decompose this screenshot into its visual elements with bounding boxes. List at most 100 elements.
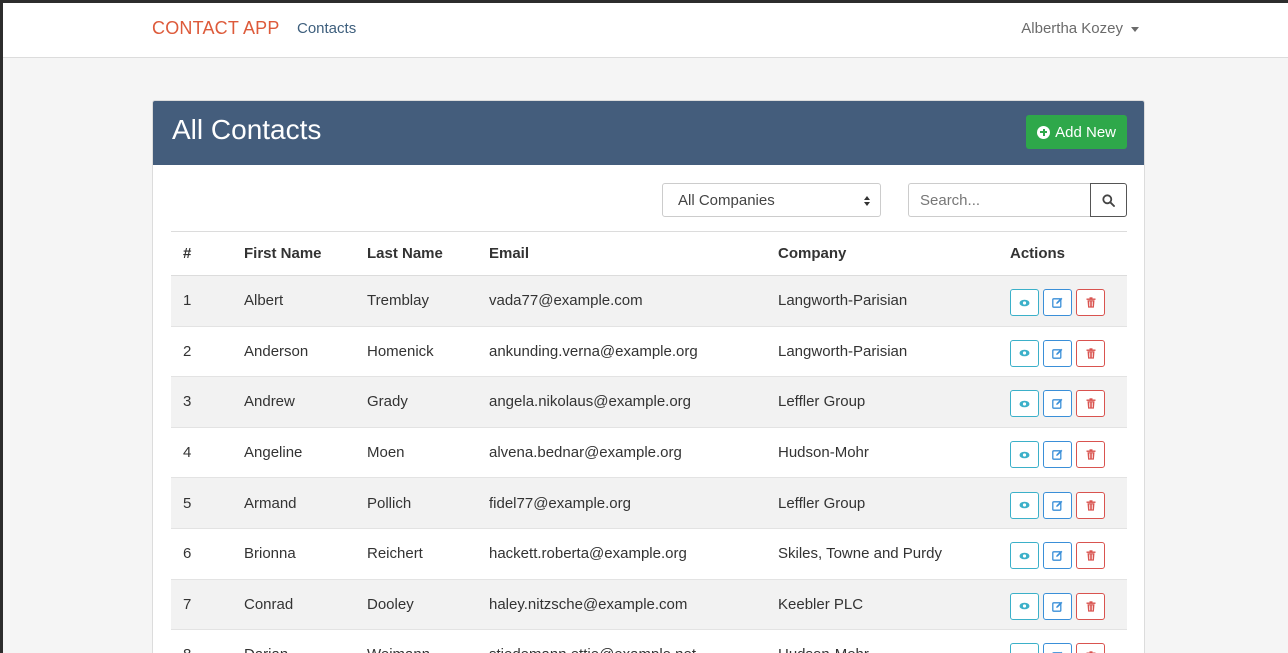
view-button[interactable] (1010, 390, 1039, 418)
delete-button[interactable] (1076, 491, 1105, 519)
cell-number: 8 (171, 630, 232, 653)
cell-number: 4 (183, 444, 192, 462)
cell-email: stiedemann.ettie@example.net (477, 630, 766, 653)
cell-email: hackett.roberta@example.org (489, 545, 687, 563)
edit-icon (1052, 449, 1063, 460)
select-arrows-icon (864, 196, 870, 206)
delete-button[interactable] (1076, 643, 1105, 653)
row-actions (1010, 643, 1115, 653)
header-last-name[interactable]: Last Name (355, 231, 477, 276)
delete-button[interactable] (1076, 441, 1105, 469)
eye-icon (1019, 501, 1030, 509)
view-button[interactable] (1010, 339, 1039, 367)
cell-last-name: Tremblay (367, 292, 429, 310)
header-actions: Actions (998, 231, 1127, 276)
delete-button[interactable] (1076, 592, 1105, 620)
header-first-name[interactable]: First Name (232, 231, 355, 276)
header-company[interactable]: Company (766, 231, 998, 276)
header-number[interactable]: # (171, 231, 232, 276)
cell-company: Keebler PLC (778, 595, 864, 613)
cell-number: 1 (183, 292, 192, 310)
caret-down-icon (1131, 27, 1139, 32)
edit-icon (1052, 601, 1063, 612)
cell-last-name: Grady (367, 393, 408, 411)
user-name: Albertha Kozey (1021, 20, 1123, 37)
cell-company: Langworth-Parisian (778, 292, 908, 310)
trash-icon (1086, 398, 1096, 410)
edit-button[interactable] (1043, 289, 1072, 317)
table-row: 3 Andrew Grady angela.nikolaus@example.org L… (171, 376, 1127, 428)
cell-number: 7 (183, 595, 192, 613)
edit-button[interactable] (1043, 491, 1072, 519)
table-header-row: # First Name Last Name Email Company Act… (171, 231, 1127, 276)
cell-actions (998, 377, 1127, 428)
company-filter-select[interactable]: All Companies (662, 183, 881, 217)
edit-button[interactable] (1043, 643, 1072, 653)
edit-button[interactable] (1043, 390, 1072, 418)
eye-icon (1019, 602, 1030, 610)
row-actions (1010, 339, 1115, 367)
view-button[interactable] (1010, 441, 1039, 469)
edit-button[interactable] (1043, 592, 1072, 620)
cell-email: alvena.bednar@example.org (489, 444, 682, 462)
card-header: All Contacts Add New (153, 101, 1144, 165)
search-button[interactable] (1090, 183, 1127, 217)
header-email[interactable]: Email (477, 231, 766, 276)
cell-number: 2 (183, 342, 192, 360)
delete-button[interactable] (1076, 542, 1105, 570)
contacts-card: All Contacts Add New All Companies # Fir… (152, 100, 1145, 653)
view-button[interactable] (1010, 289, 1039, 317)
cell-actions (998, 579, 1127, 630)
view-button[interactable] (1010, 542, 1039, 570)
delete-button[interactable] (1076, 390, 1105, 418)
edit-button[interactable] (1043, 339, 1072, 367)
cell-last-name: Reichert (367, 545, 423, 563)
search-input[interactable] (908, 183, 1091, 217)
cell-actions (998, 528, 1127, 579)
cell-email: vada77@example.com (489, 292, 643, 310)
trash-icon (1086, 499, 1096, 511)
cell-last-name: Homenick (367, 342, 434, 360)
cell-first-name: Andrew (244, 393, 295, 411)
filter-bar: All Companies (153, 183, 1144, 217)
user-dropdown[interactable]: Albertha Kozey (1021, 20, 1139, 37)
cell-number: 6 (183, 545, 192, 563)
edit-icon (1052, 398, 1063, 410)
brand-link[interactable]: CONTACT APP (152, 18, 280, 39)
table-row: 8DarianWeimannstiedemann.ettie@example.n… (171, 630, 1127, 653)
trash-icon (1086, 601, 1096, 612)
add-new-button[interactable]: Add New (1026, 115, 1127, 149)
nav-link-contacts[interactable]: Contacts (297, 20, 356, 37)
table-row: 4 Angeline Moen alvena.bednar@example.org Hu… (171, 427, 1127, 478)
cell-email: fidel77@example.org (489, 494, 631, 512)
view-button[interactable] (1010, 491, 1039, 519)
trash-icon (1086, 550, 1096, 561)
row-actions (1010, 542, 1115, 570)
edit-icon (1052, 348, 1063, 359)
cell-company: Langworth-Parisian (778, 342, 908, 360)
cell-last-name: Dooley (367, 595, 414, 613)
table-row: 2 Anderson Homenick ankunding.verna@example… (171, 326, 1127, 377)
delete-button[interactable] (1076, 339, 1105, 367)
cell-number: 3 (183, 393, 192, 411)
view-button[interactable] (1010, 592, 1039, 620)
row-actions (1010, 289, 1115, 317)
cell-first-name: Armand (244, 494, 297, 512)
cell-company: Hudson-Mohr (766, 630, 998, 653)
cell-last-name: Moen (367, 444, 405, 462)
edit-icon (1052, 550, 1063, 562)
plus-circle-icon (1037, 125, 1051, 139)
cell-first-name: Anderson (244, 342, 309, 360)
cell-actions (998, 276, 1127, 327)
cell-first-name: Conrad (244, 595, 294, 613)
cell-first-name: Brionna (244, 545, 296, 563)
edit-button[interactable] (1043, 542, 1072, 570)
cell-actions (998, 427, 1127, 478)
table-row: 6 Brionna Reichert hackett.roberta@example.… (171, 528, 1127, 580)
edit-button[interactable] (1043, 441, 1072, 469)
edit-icon (1052, 297, 1063, 309)
table-row: 7 Conrad Dooley haley.nitzsche@example.com K… (171, 579, 1127, 630)
delete-button[interactable] (1076, 289, 1105, 317)
contacts-table: # First Name Last Name Email Company Act… (171, 231, 1127, 653)
view-button[interactable] (1010, 643, 1039, 653)
